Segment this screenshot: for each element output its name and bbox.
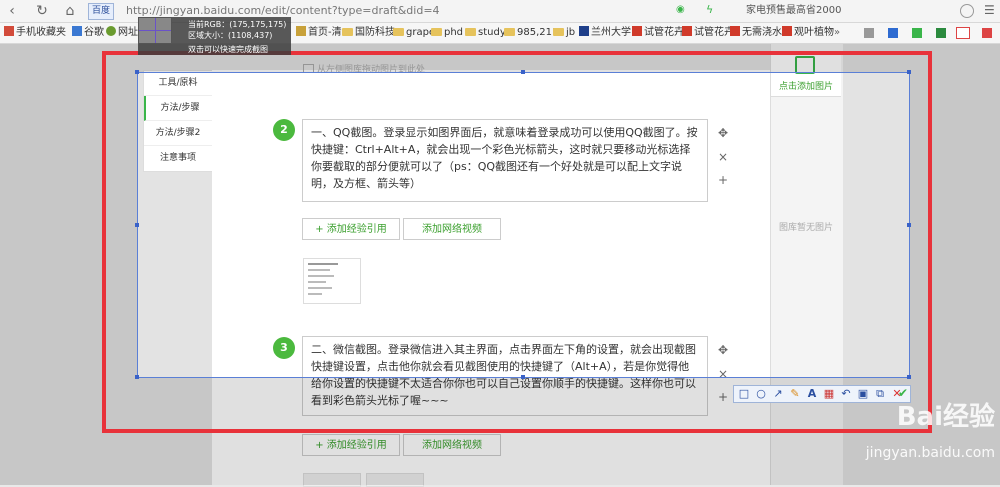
lightning-icon[interactable]: ϟ xyxy=(706,4,718,16)
extension-icon[interactable] xyxy=(982,28,992,38)
refresh-icon[interactable]: ↻ xyxy=(34,3,50,19)
undo-icon[interactable]: ↶ xyxy=(839,387,853,401)
bookmark-item[interactable]: 首页-清 xyxy=(296,26,342,40)
bookmark-icon xyxy=(682,26,692,36)
bookmark-icon xyxy=(72,26,82,36)
search-engine-badge[interactable]: 百度 xyxy=(88,3,115,20)
confirm-icon[interactable]: ✔ xyxy=(896,386,910,400)
rgb-readout: 当前RGB：(175,175,175) xyxy=(188,20,287,29)
bookmark-label: 网址 xyxy=(118,27,138,38)
copy-icon[interactable]: ⧉ xyxy=(873,387,887,401)
bookmark-folder[interactable]: 985,211 xyxy=(504,26,558,40)
bookmark-icon xyxy=(4,26,14,36)
folder-icon xyxy=(431,28,442,36)
mosaic-tool-icon[interactable]: ▦ xyxy=(822,387,836,401)
bookmark-label: jb xyxy=(566,27,576,38)
bookmark-icon xyxy=(782,26,792,36)
bookmark-folder[interactable]: 国防科技 xyxy=(342,26,395,40)
back-icon[interactable]: ‹ xyxy=(4,3,20,19)
ellipse-tool-icon[interactable]: ○ xyxy=(754,387,768,401)
extension-icon[interactable] xyxy=(936,28,946,38)
bookmark-icon xyxy=(106,26,116,36)
watermark-url: jingyan.baidu.com xyxy=(865,445,995,461)
folder-icon xyxy=(393,28,404,36)
bookmark-item[interactable]: 试管花卉 xyxy=(682,26,734,40)
bookmark-folder[interactable]: phd xyxy=(431,26,463,40)
folder-icon xyxy=(553,28,564,36)
bookmark-label: 无需浇水 xyxy=(742,27,782,38)
search-circle-icon[interactable] xyxy=(960,4,974,18)
bookmark-item[interactable]: 观叶植物 xyxy=(782,26,834,40)
extension-icons xyxy=(864,26,994,40)
bookmark-label: 国防科技 xyxy=(355,27,395,38)
text-tool-icon[interactable]: A xyxy=(805,387,819,401)
bookmark-item[interactable]: 谷歌 xyxy=(72,26,104,40)
bookmark-folder[interactable]: grape xyxy=(393,26,435,40)
bookmark-label: 谷歌 xyxy=(84,27,104,38)
magnifier xyxy=(138,17,172,44)
menu-icon[interactable]: ☰ xyxy=(984,2,998,18)
bookmark-item[interactable]: 网址 xyxy=(106,26,138,40)
bookmark-label: phd xyxy=(444,27,464,38)
bookmark-label: 兰州大学 xyxy=(591,27,631,38)
folder-icon xyxy=(465,28,476,36)
bookmark-label: 试管花卉 xyxy=(644,27,684,38)
bookmark-label: 观叶植物 xyxy=(794,27,834,38)
bookmark-folder[interactable]: jb xyxy=(553,26,575,40)
home-icon[interactable]: ⌂ xyxy=(62,3,78,19)
news-ticker[interactable]: 家电预售最高省2000 xyxy=(746,3,926,19)
bookmark-label: 首页-清 xyxy=(308,27,342,38)
folder-icon xyxy=(342,28,353,36)
bookmark-icon xyxy=(730,26,740,36)
extension-icon[interactable] xyxy=(888,28,898,38)
bookmark-item[interactable]: 试管花卉 xyxy=(632,26,684,40)
bookmark-icon xyxy=(632,26,642,36)
save-icon[interactable]: ▣ xyxy=(856,387,870,401)
capture-tip: 双击可以快速完成截图 xyxy=(138,44,291,55)
bookmark-item[interactable]: 兰州大学 xyxy=(579,26,631,40)
extension-icon[interactable] xyxy=(912,28,922,38)
brush-tool-icon[interactable]: ✎ xyxy=(788,387,802,401)
arrow-tool-icon[interactable]: ↗ xyxy=(771,387,785,401)
bookmark-icon xyxy=(579,26,589,36)
watermark-logo: Bai经验 xyxy=(896,402,995,432)
bookmark-item[interactable]: 无需浇水 xyxy=(730,26,782,40)
annotation-rectangle xyxy=(102,51,932,433)
size-readout: 区域大小：(1108,437) xyxy=(188,31,273,40)
folder-icon xyxy=(504,28,515,36)
shield-icon[interactable]: ◉ xyxy=(676,4,688,16)
rectangle-tool-icon[interactable]: □ xyxy=(737,387,751,401)
bookmark-label: study xyxy=(478,27,506,38)
bookmark-label: 手机收藏夹 xyxy=(16,27,66,38)
chevron-right-icon[interactable]: » xyxy=(834,26,846,40)
bookmark-item[interactable]: 手机收藏夹 xyxy=(4,26,66,40)
bookmark-icon xyxy=(296,26,306,36)
extension-icon[interactable] xyxy=(864,28,874,38)
bookmark-folder[interactable]: study xyxy=(465,26,506,40)
bookmark-label: 试管花卉 xyxy=(694,27,734,38)
adblock-icon[interactable] xyxy=(956,27,970,39)
